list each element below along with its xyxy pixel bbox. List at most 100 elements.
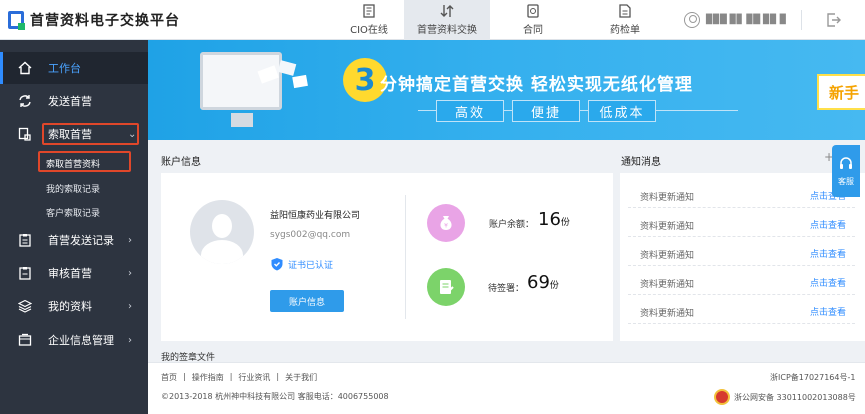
sidebar-item-audit[interactable]: 审核首营 ›: [0, 257, 148, 289]
building-icon: [18, 333, 32, 346]
banner-tags: 高效 便捷 低成本: [436, 100, 664, 122]
list-item: 资料更新通知 点击查看: [628, 179, 855, 208]
pending-label: 待签署：: [488, 284, 525, 294]
nav-inspection[interactable]: 药检单: [590, 0, 660, 40]
footer: 首页 | 操作指南 | 行业资讯 | 关于我们 ©2013-2018 杭州神中科…: [148, 362, 865, 414]
copyright: ©2013-2018 杭州神中科技有限公司 客服电话：4006755008: [161, 392, 389, 401]
sidebar-item-label: 企业信息管理: [48, 334, 114, 347]
footer-link-about[interactable]: 关于我们: [285, 372, 317, 383]
banner-tag: 高效: [436, 100, 504, 122]
notice-title: 资料更新通知: [640, 280, 695, 290]
headset-icon: [840, 156, 852, 169]
sign-document-icon: [427, 268, 465, 306]
notice-section-title: 通知消息: [621, 157, 661, 168]
icp-number[interactable]: 浙ICP备17027164号-1: [770, 372, 855, 383]
notice-view-link[interactable]: 点击查看: [810, 305, 846, 318]
footer-link-guide[interactable]: 操作指南: [192, 372, 224, 383]
document-icon: [363, 4, 375, 18]
pending-unit: 份: [549, 281, 559, 291]
pending-number: 69: [527, 272, 550, 293]
logout-icon[interactable]: [826, 12, 842, 28]
police-badge-icon: [714, 389, 730, 405]
sidebar-item-workbench[interactable]: 工作台: [0, 52, 148, 84]
balance-label: 账户余额：: [489, 220, 535, 230]
app-logo[interactable]: 首营资料电子交换平台: [8, 10, 180, 30]
notice-title: 资料更新通知: [640, 309, 695, 319]
account-email: sygs002@qq.com: [270, 230, 351, 240]
company-name: 益阳恒康药业有限公司: [270, 211, 361, 221]
sidebar-subitem-my-requests[interactable]: 我的索取记录: [46, 182, 100, 195]
notice-view-link[interactable]: 点击查看: [810, 247, 846, 260]
sync-icon: [19, 95, 31, 107]
customer-service-button[interactable]: 客服: [832, 145, 860, 197]
notice-panel: 资料更新通知 点击查看 资料更新通知 点击查看 资料更新通知 点击查看 资料更新…: [620, 173, 865, 341]
account-section-title: 账户信息: [161, 157, 201, 168]
divider: [800, 10, 802, 30]
notice-title: 资料更新通知: [640, 193, 695, 203]
report-icon: [619, 4, 631, 18]
balance-unit: 份: [560, 218, 570, 228]
logo-icon: [8, 11, 25, 30]
chevron-right-icon: ›: [128, 234, 132, 246]
police-record[interactable]: 浙公网安备 33011002013088号: [714, 389, 856, 405]
footer-separator: |: [276, 372, 280, 381]
sidebar-item-company-info[interactable]: 企业信息管理 ›: [0, 324, 148, 356]
avatar[interactable]: [190, 200, 254, 264]
request-icon: [18, 127, 31, 141]
audit-icon: [19, 267, 31, 280]
list-item: 资料更新通知 点击查看: [628, 295, 855, 324]
sidebar-item-send-records[interactable]: 首营发送记录 ›: [0, 224, 148, 256]
promo-banner[interactable]: 3 分钟搞定首营交换 轻松实现无纸化管理 高效 便捷 低成本 新手: [148, 40, 865, 140]
list-item: 资料更新通知 点击查看: [628, 208, 855, 237]
banner-tag: 低成本: [588, 100, 656, 122]
pending-value: 69份: [527, 272, 559, 293]
shield-check-icon: [271, 258, 283, 271]
nav-label: CIO在线: [350, 25, 388, 36]
police-record-text: 浙公网安备 33011002013088号: [734, 392, 856, 402]
top-header: 首营资料电子交换平台 CIO在线 首营资料交换 合同 药检单 ▉▉█ ▉▊ ▉█…: [0, 0, 865, 40]
account-info-button[interactable]: 账户信息: [270, 290, 344, 312]
user-avatar-icon: [684, 12, 700, 28]
account-card: 益阳恒康药业有限公司 sygs002@qq.com 证书已认证 账户信息 ¥ 账…: [161, 173, 613, 341]
sidebar-item-send[interactable]: 发送首营: [0, 85, 148, 117]
chevron-right-icon: ›: [128, 300, 132, 312]
sidebar-item-label: 审核首营: [48, 267, 92, 280]
beginner-button[interactable]: 新手: [817, 74, 865, 110]
balance-number: 16: [538, 209, 561, 230]
list-item: 资料更新通知 点击查看: [628, 237, 855, 266]
user-menu[interactable]: ▉▉█ ▉▊ ▉█ ▉▉ ▉: [684, 10, 802, 30]
notice-title: 资料更新通知: [640, 222, 695, 232]
sidebar-item-label: 首营发送记录: [48, 234, 114, 247]
notice-view-link[interactable]: 点击查看: [810, 218, 846, 231]
top-nav: CIO在线 首营资料交换 合同 药检单: [334, 0, 660, 40]
nav-contract[interactable]: 合同: [498, 0, 568, 40]
user-name: ▉▉█ ▉▊ ▉█ ▉▉ ▉: [706, 15, 787, 25]
sidebar-item-my-docs[interactable]: 我的资料 ›: [0, 290, 148, 322]
footer-link-home[interactable]: 首页: [161, 372, 177, 383]
cert-status: 证书已认证: [270, 257, 333, 271]
footer-link-news[interactable]: 行业资讯: [238, 372, 270, 383]
list-item: 资料更新通知 点击查看: [628, 266, 855, 295]
cert-status-label: 证书已认证: [288, 260, 334, 271]
chevron-right-icon: ›: [128, 267, 132, 279]
sidebar-item-label: 发送首营: [48, 95, 92, 108]
footer-links: 首页 | 操作指南 | 行业资讯 | 关于我们: [161, 372, 323, 383]
nav-exchange[interactable]: 首营资料交换: [404, 0, 490, 40]
home-icon: [18, 61, 32, 75]
notice-title: 资料更新通知: [640, 251, 695, 261]
nav-cio-online[interactable]: CIO在线: [334, 0, 404, 40]
notice-view-link[interactable]: 点击查看: [810, 276, 846, 289]
nav-label: 合同: [523, 25, 543, 36]
sidebar-item-label: 工作台: [48, 62, 81, 75]
svg-text:¥: ¥: [444, 223, 448, 230]
sidebar: 工作台 发送首营 索取首营 ⌄ 索取首营资料 我的索取记录 客户索取记录 首营发…: [0, 40, 148, 414]
divider: [405, 195, 406, 319]
highlight-box: [42, 123, 139, 145]
clipboard-icon: [19, 234, 31, 247]
app-title: 首营资料电子交换平台: [30, 13, 180, 29]
exchange-icon: [440, 5, 454, 17]
customer-service-label: 客服: [838, 176, 854, 186]
layers-icon: [18, 299, 32, 313]
banner-tag: 便捷: [512, 100, 580, 122]
sidebar-subitem-customer-requests[interactable]: 客户索取记录: [46, 206, 100, 219]
